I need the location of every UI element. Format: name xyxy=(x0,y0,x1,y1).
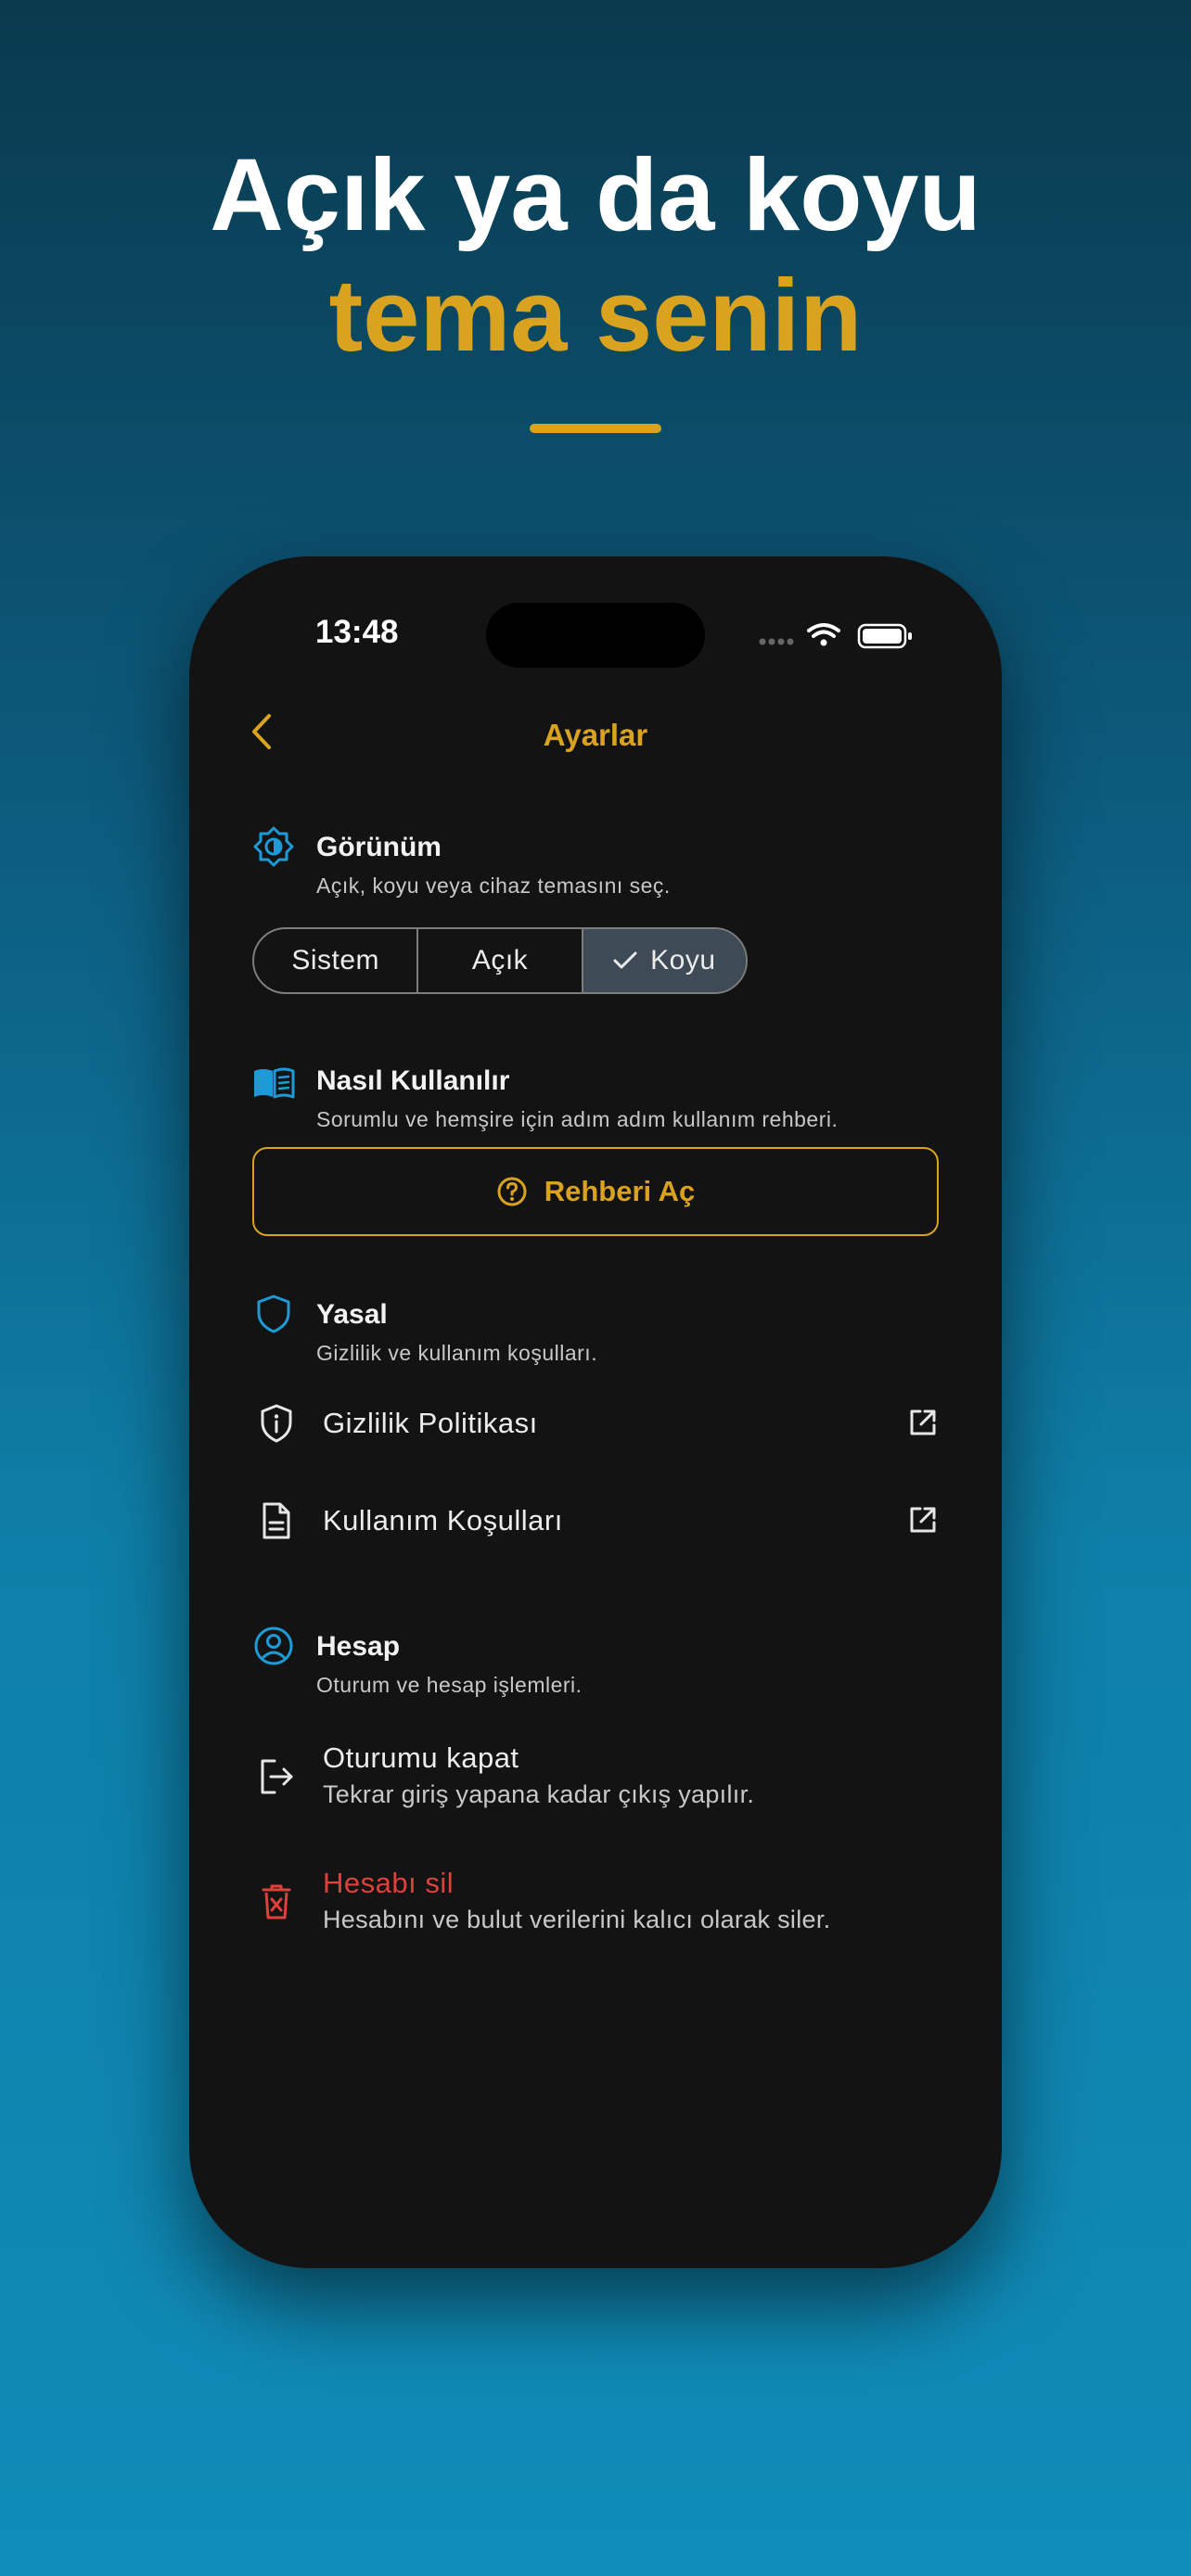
appearance-title: Görünüm xyxy=(316,832,442,862)
terms-of-use-label: Kullanım Koşulları xyxy=(323,1504,563,1537)
open-book-icon xyxy=(254,1067,295,1099)
theme-option-system[interactable]: Sistem xyxy=(254,929,416,992)
nav-title: Ayarlar xyxy=(543,718,648,752)
open-guide-button[interactable]: Rehberi Aç xyxy=(252,1147,939,1236)
legal-subtitle: Gizlilik ve kullanım koşulları. xyxy=(316,1341,598,1365)
status-time: 13:48 xyxy=(315,614,399,650)
appearance-subtitle: Açık, koyu veya cihaz temasını seç. xyxy=(316,874,671,898)
user-circle-icon xyxy=(254,1626,293,1665)
wifi-icon xyxy=(807,623,840,638)
terms-of-use-row[interactable]: Kullanım Koşulları xyxy=(252,1482,939,1560)
privacy-policy-row[interactable]: Gizlilik Politikası xyxy=(252,1384,939,1462)
brightness-icon xyxy=(253,826,294,867)
external-link-icon xyxy=(910,1409,936,1435)
help-circle-icon xyxy=(497,1177,527,1206)
account-subtitle: Oturum ve hesap işlemleri. xyxy=(316,1673,583,1697)
logout-row[interactable]: Oturumu kapat Tekrar giriş yapana kadar … xyxy=(252,1734,939,1827)
external-link-icon xyxy=(910,1507,936,1533)
logout-description: Tekrar giriş yapana kadar çıkış yapılır. xyxy=(323,1780,755,1808)
theme-segmented-control: Sistem Açık Koyu xyxy=(252,927,748,994)
shield-info-icon xyxy=(261,1404,292,1443)
hero-title-line2: tema senin xyxy=(328,259,863,373)
legal-title: Yasal xyxy=(316,1299,388,1330)
delete-account-description: Hesabını ve bulut verilerini kalıcı olar… xyxy=(323,1906,831,1933)
delete-account-row[interactable]: Hesabı sil Hesabını ve bulut verilerini … xyxy=(252,1859,939,1952)
logout-label: Oturumu kapat xyxy=(323,1741,519,1774)
theme-option-light[interactable]: Açık xyxy=(416,929,581,992)
shield-icon xyxy=(257,1294,290,1333)
logout-icon xyxy=(261,1759,293,1794)
howto-subtitle: Sorumlu ve hemşire için adım adım kullan… xyxy=(316,1107,839,1131)
account-title: Hesap xyxy=(316,1631,401,1662)
theme-option-dark[interactable]: Koyu xyxy=(581,929,746,992)
hero-title-line1: Açık ya da koyu xyxy=(210,138,981,252)
status-icons xyxy=(759,623,912,649)
cellular-signal-icon xyxy=(759,638,794,645)
battery-icon xyxy=(857,623,912,649)
document-icon xyxy=(263,1502,290,1539)
delete-account-label: Hesabı sil xyxy=(323,1867,455,1899)
checkmark-icon xyxy=(613,951,637,969)
hero-divider xyxy=(530,424,661,433)
phone-screen: 13:48 Ayarlar Görünüm Açık, koyu veya ci… xyxy=(189,556,1002,2268)
howto-title: Nasıl Kullanılır xyxy=(316,1065,510,1096)
dynamic-island xyxy=(486,603,705,668)
privacy-policy-label: Gizlilik Politikası xyxy=(323,1407,538,1439)
trash-icon xyxy=(262,1884,291,1919)
